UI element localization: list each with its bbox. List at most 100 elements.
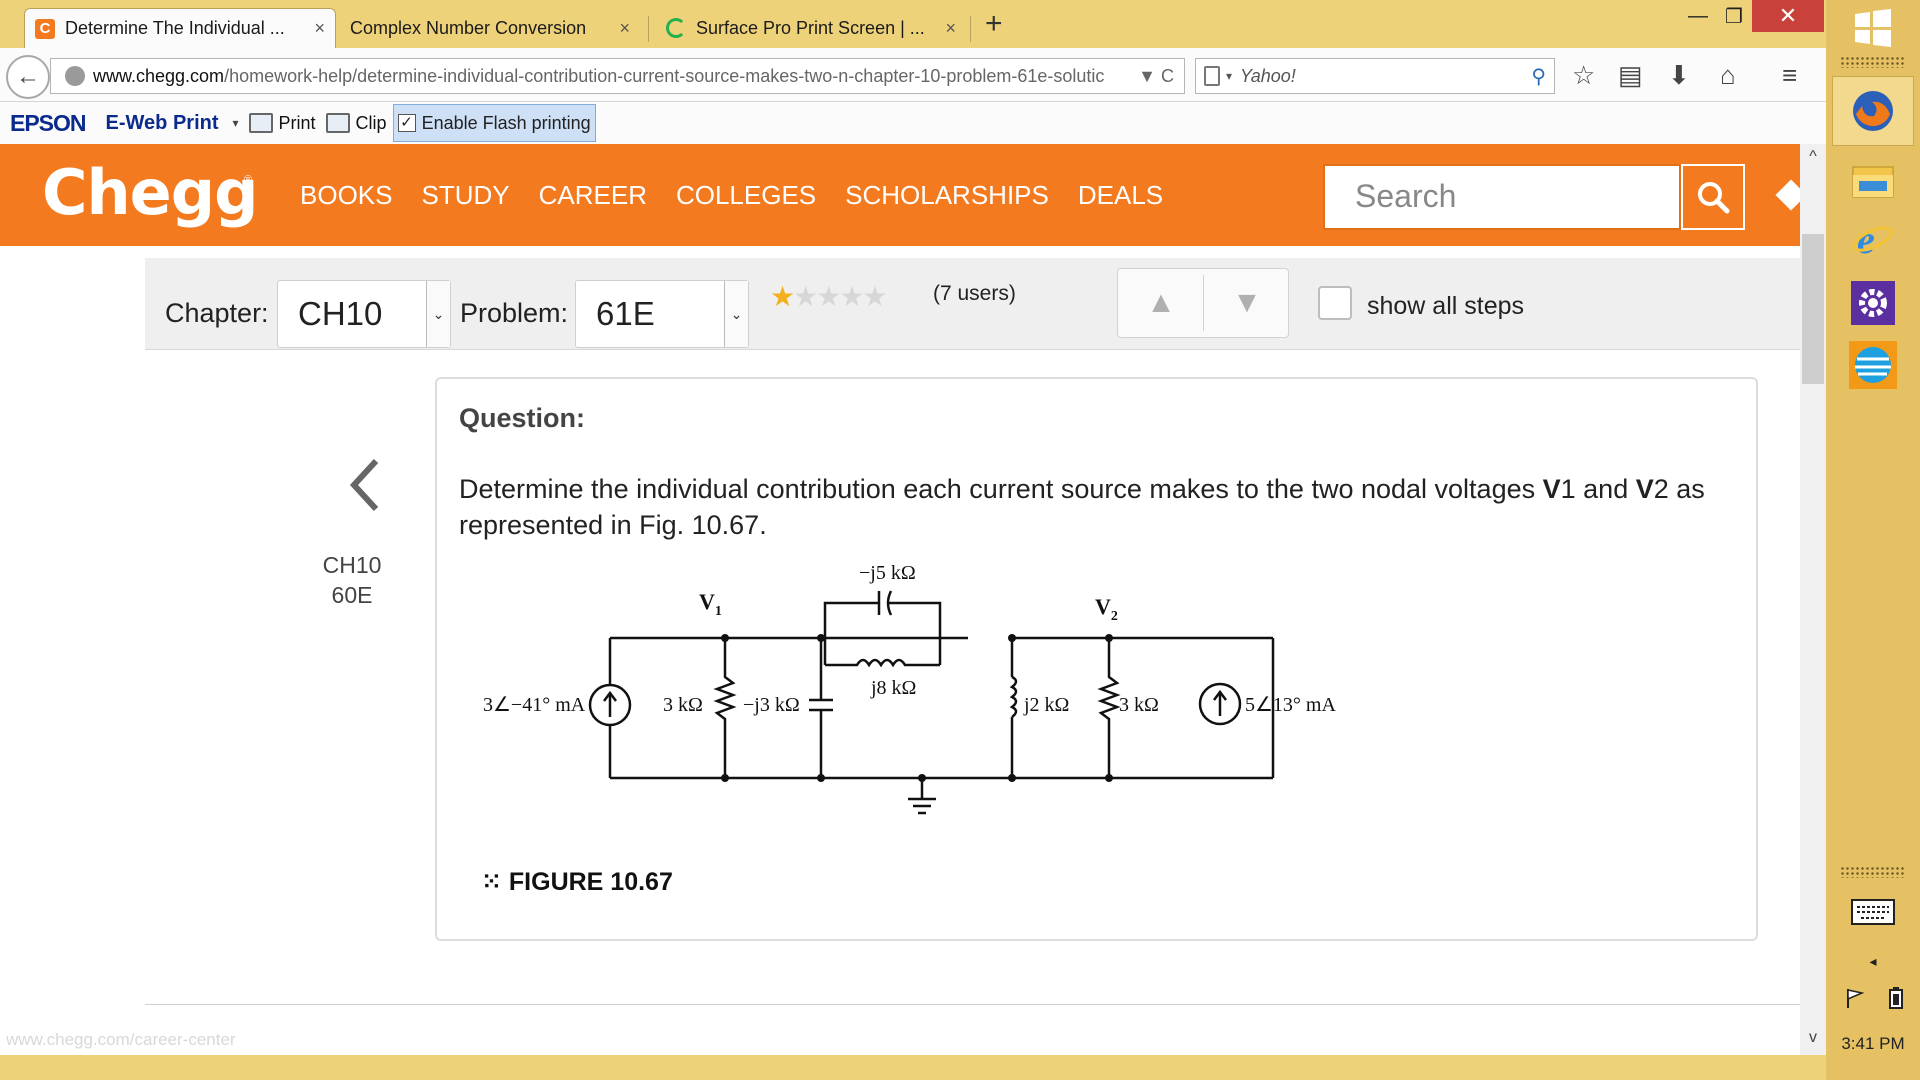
windows-taskbar: e ◂ 3:41 PM [1826, 0, 1920, 1080]
tab-close-icon[interactable]: × [945, 18, 956, 39]
chegg-search-button[interactable] [1681, 164, 1745, 230]
download-icon[interactable]: ⬇ [1668, 60, 1690, 91]
tab-chegg[interactable]: C Determine The Individual ... × [24, 8, 336, 48]
nav-deals[interactable]: DEALS [1078, 180, 1163, 211]
window-close-button[interactable]: ✕ [1752, 0, 1824, 32]
search-icon[interactable]: ⚲ [1531, 64, 1546, 89]
firefox-icon [1853, 91, 1893, 131]
show-all-steps-checkbox[interactable] [1318, 286, 1352, 320]
problem-select[interactable]: 61E ⌄ [575, 280, 749, 348]
eweb-dropdown-icon[interactable]: ▾ [233, 116, 239, 130]
bookmark-star-icon[interactable]: ☆ [1572, 60, 1595, 91]
back-button[interactable]: ← [6, 55, 50, 99]
show-all-steps-label[interactable]: show all steps [1367, 292, 1524, 321]
address-bar[interactable]: www.chegg.com /homework-help/determine-i… [50, 58, 1185, 94]
scroll-thumb[interactable] [1802, 234, 1824, 384]
print-label: Print [278, 112, 316, 133]
taskbar-firefox[interactable] [1832, 76, 1914, 146]
question-text-start: Determine the individual contribution ea… [459, 474, 1543, 504]
figure-caption: ⁙ FIGURE 10.67 [481, 867, 673, 897]
problem-value: 61E [596, 295, 655, 332]
reading-list-icon[interactable]: ▤ [1618, 60, 1643, 91]
nav-books[interactable]: BOOKS [300, 180, 392, 211]
previous-problem-link[interactable]: CH10 60E [300, 550, 404, 610]
tab-surface-pro[interactable]: Surface Pro Print Screen | ... × [656, 8, 966, 48]
taskbar-att[interactable] [1832, 330, 1914, 400]
chapter-select[interactable]: CH10 ⌄ [277, 280, 451, 348]
star-empty-icons[interactable]: ★★★★ [793, 281, 887, 312]
resistor-2-label: 3 kΩ [1119, 694, 1159, 716]
circuit-figure: V1 V2 −j5 kΩ j8 kΩ 3∠−41° mA 3 kΩ −j3 kΩ… [483, 562, 1336, 815]
browser-search-input[interactable]: ▾ Yahoo! ⚲ [1195, 58, 1555, 94]
nav-study[interactable]: STUDY [421, 180, 509, 211]
new-tab-button[interactable]: + [985, 7, 1003, 41]
start-button[interactable] [1832, 6, 1914, 50]
figure-mark-icon: ⁙ [481, 868, 502, 896]
chevron-down-icon: ⌄ [426, 281, 450, 347]
star-filled-icon[interactable]: ★ [770, 281, 795, 312]
step-down-button[interactable]: ▼ [1204, 269, 1290, 337]
v1-symbol: V [1542, 474, 1561, 504]
touch-keyboard-button[interactable] [1832, 890, 1914, 934]
chevron-down-icon: ⌄ [724, 281, 748, 347]
clip-icon [325, 113, 350, 133]
star-rating[interactable]: ★★★★★ [770, 280, 888, 313]
page-scrollbar[interactable]: ^ v [1800, 144, 1826, 1055]
print-button[interactable]: Print [248, 112, 316, 134]
nav-colleges[interactable]: COLLEGES [676, 180, 816, 211]
inductor-2-label: j2 kΩ [1023, 694, 1069, 716]
att-globe-icon [1849, 341, 1897, 389]
battery-icon[interactable] [1888, 987, 1903, 1009]
clip-button[interactable]: Clip [325, 112, 387, 134]
taskbar-settings[interactable] [1832, 268, 1914, 338]
nav-career[interactable]: CAREER [539, 180, 647, 211]
tab-close-icon[interactable]: × [619, 18, 630, 39]
capacitor-1-label: −j3 kΩ [743, 694, 800, 716]
home-icon[interactable]: ⌂ [1720, 60, 1736, 91]
previous-problem-arrow-icon[interactable] [346, 455, 386, 515]
step-up-button[interactable]: ▲ [1118, 269, 1204, 337]
rating-count: (7 users) [933, 282, 1016, 305]
flash-checkbox[interactable]: ✓ [397, 114, 416, 132]
scroll-down-arrow-icon[interactable]: v [1800, 1029, 1826, 1053]
content-divider [145, 1004, 1800, 1005]
chegg-logo[interactable]: Chegg [42, 156, 258, 229]
search-engine-dropdown-icon[interactable]: ▾ [1226, 69, 1232, 83]
nav-scholarships[interactable]: SCHOLARSHIPS [845, 180, 1049, 211]
enable-flash-printing-toggle[interactable]: ✓ Enable Flash printing [392, 104, 596, 142]
v2-subscript: 2 [1653, 474, 1669, 504]
tab-bar: C Determine The Individual ... × Complex… [0, 0, 1826, 48]
taskbar-internet-explorer[interactable]: e [1832, 204, 1914, 274]
system-clock[interactable]: 3:41 PM [1826, 1034, 1920, 1054]
tab-title: Determine The Individual ... [65, 18, 285, 38]
url-path: /homework-help/determine-individual-cont… [224, 65, 1105, 86]
chegg-favicon-icon: C [35, 18, 55, 39]
taskbar-grip[interactable] [1840, 56, 1906, 68]
scroll-up-arrow-icon[interactable]: ^ [1800, 148, 1826, 172]
tab-title: Surface Pro Print Screen | ... [696, 17, 925, 38]
inductor-mid-label: j8 kΩ [870, 677, 916, 699]
flash-label: Enable Flash printing [421, 112, 591, 133]
tab-complex-number[interactable]: Complex Number Conversion × [340, 8, 640, 48]
reload-icon[interactable]: ▼ C [1138, 66, 1174, 87]
window-bottom-border [0, 1055, 1826, 1080]
restore-button[interactable]: ❐ [1716, 0, 1752, 32]
tray-expand-arrow-icon[interactable]: ◂ [1832, 948, 1914, 974]
minimize-button[interactable]: — [1680, 0, 1716, 32]
eweb-print-label[interactable]: E-Web Print [106, 112, 219, 135]
tab-separator [970, 16, 971, 42]
gear-icon [1851, 281, 1895, 325]
taskbar-grip[interactable] [1840, 866, 1906, 878]
chegg-header: Chegg ® BOOKS STUDY CAREER COLLEGES SCHO… [0, 144, 1807, 246]
figure-caption-text: FIGURE 10.67 [508, 868, 673, 896]
page-icon [1204, 66, 1220, 86]
menu-icon[interactable]: ≡ [1782, 60, 1797, 91]
clip-label: Clip [355, 112, 387, 133]
chegg-search-input[interactable]: Search [1323, 164, 1681, 230]
action-center-flag-icon[interactable] [1844, 987, 1866, 1009]
tab-close-icon[interactable]: × [314, 18, 325, 39]
previous-problem: 60E [331, 582, 373, 608]
problem-toolbar: Chapter: CH10 ⌄ Problem: 61E ⌄ ★★★★★ (7 … [145, 258, 1800, 350]
folder-icon [1852, 166, 1894, 198]
node-v2-label: V2 [1095, 594, 1118, 624]
